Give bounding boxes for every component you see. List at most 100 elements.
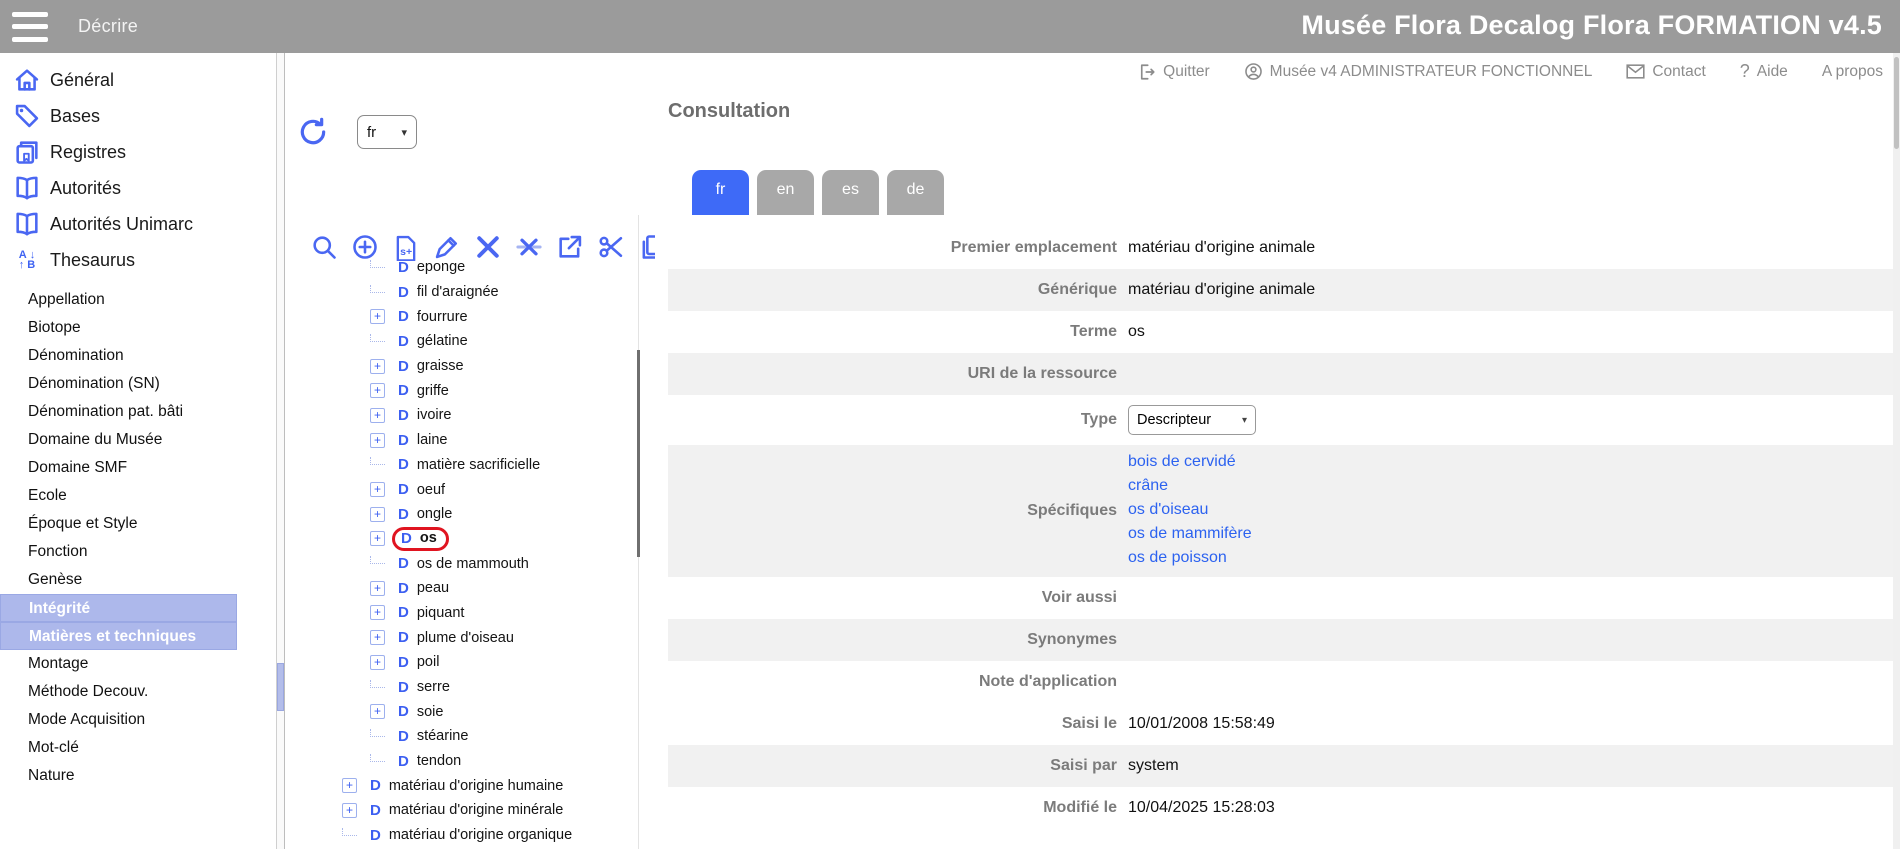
expand-plus-icon[interactable]: +: [370, 531, 385, 546]
expand-plus-icon[interactable]: +: [370, 309, 385, 324]
header-link-aide[interactable]: ? Aide: [1740, 61, 1788, 82]
related-term-link[interactable]: os de mammifère: [1128, 525, 1252, 543]
sidebar-item-thesaurus-category[interactable]: Mode Acquisition: [0, 706, 285, 734]
tree-item[interactable]: + D oeuf: [285, 477, 635, 502]
tree-item[interactable]: + D poil: [285, 650, 635, 675]
expand-plus-icon[interactable]: +: [370, 482, 385, 497]
sidebar-item-thesaurus-category[interactable]: Genèse: [0, 566, 285, 594]
related-term-link[interactable]: crâne: [1128, 477, 1252, 495]
tree-item[interactable]: + D graisse: [285, 354, 635, 379]
tree-item[interactable]: + D matériau d'origine minérale: [285, 798, 635, 823]
sidebar-item-thesaurus-category[interactable]: Appellation: [0, 286, 285, 314]
expand-plus-icon[interactable]: +: [370, 581, 385, 596]
tree-item[interactable]: D matériau d'origine organique: [285, 823, 635, 848]
sidebar-scrollbar[interactable]: [276, 53, 285, 849]
related-term-link[interactable]: matériau d'origine animale: [1128, 281, 1315, 299]
thesaurus-category-list: Appellation Biotope Dénomination Dénomin…: [0, 286, 285, 790]
header-link-quitter[interactable]: Quitter: [1138, 63, 1210, 81]
tree-item[interactable]: D fil d'araignée: [285, 280, 635, 305]
language-tab-fr[interactable]: fr: [692, 170, 749, 215]
page-scrollbar[interactable]: [1893, 53, 1900, 849]
sidebar-item-thesaurus-category[interactable]: Dénomination (SN): [0, 370, 285, 398]
expand-plus-icon[interactable]: +: [370, 408, 385, 423]
expand-plus-icon[interactable]: +: [370, 359, 385, 374]
header-link-a[interactable]: A propos: [1822, 63, 1883, 81]
sidebar-item-thesaurus-category[interactable]: Biotope: [0, 314, 285, 342]
sidebar-item-thesaurus-category[interactable]: Domaine SMF: [0, 454, 285, 482]
expand-plus-icon[interactable]: +: [370, 630, 385, 645]
expand-plus-icon[interactable]: +: [370, 507, 385, 522]
expand-plus-icon[interactable]: +: [370, 605, 385, 620]
tree-item[interactable]: D gélatine: [285, 329, 635, 354]
field-label: Type: [668, 411, 1117, 429]
descriptor-badge: D: [398, 555, 409, 572]
sidebar-item-thesaurus-category[interactable]: Époque et Style: [0, 510, 285, 538]
tree-item[interactable]: + D griffe: [285, 378, 635, 403]
related-term-link[interactable]: matériau d'origine animale: [1128, 239, 1315, 257]
related-term-link[interactable]: bois de cervidé: [1128, 453, 1252, 471]
expand-plus-icon[interactable]: +: [370, 655, 385, 670]
expand-plus-icon[interactable]: +: [370, 704, 385, 719]
refresh-icon[interactable]: [297, 116, 329, 148]
related-term-link[interactable]: os de poisson: [1128, 549, 1252, 567]
header-link-muse[interactable]: Musée v4 ADMINISTRATEUR FONCTIONNEL: [1244, 62, 1593, 81]
tree-item[interactable]: D matière sacrificielle: [285, 453, 635, 478]
descriptor-badge: D: [398, 456, 409, 473]
term-detail-form: Premier emplacement matériau d'origine a…: [668, 227, 1893, 829]
tree-item[interactable]: + D plume d'oiseau: [285, 625, 635, 650]
tree-item-selected[interactable]: + Dos: [285, 527, 635, 552]
sidebar-item-thesaurus-category[interactable]: Fonction: [0, 538, 285, 566]
related-term-link[interactable]: os d'oiseau: [1128, 501, 1252, 519]
header-link-contact[interactable]: Contact: [1626, 63, 1705, 81]
tree-item[interactable]: D tendon: [285, 749, 635, 774]
tree-item[interactable]: + D ongle: [285, 502, 635, 527]
tree-item[interactable]: D stéarine: [285, 724, 635, 749]
expand-plus-icon[interactable]: +: [342, 803, 357, 818]
sidebar-item-thesaurus-category[interactable]: Intégrité: [0, 594, 237, 622]
sidebar-item-thesaurus-category[interactable]: Domaine du Musée: [0, 426, 285, 454]
form-row: Saisi le 10/01/2008 15:58:49: [668, 703, 1893, 745]
mail-icon: [1626, 64, 1645, 79]
sidebar-item-autorit-s-unimarc[interactable]: Autorités Unimarc: [0, 206, 285, 242]
tree-item[interactable]: + D fourrure: [285, 304, 635, 329]
tree-item[interactable]: + D piquant: [285, 601, 635, 626]
expand-plus-icon[interactable]: +: [370, 383, 385, 398]
sidebar-item-thesaurus-category[interactable]: Dénomination: [0, 342, 285, 370]
tree-item[interactable]: + D laine: [285, 428, 635, 453]
tree-item[interactable]: + D ivoire: [285, 403, 635, 428]
tree-item[interactable]: + D matériau d'origine humaine: [285, 773, 635, 798]
descriptor-badge: D: [401, 530, 412, 547]
sidebar-item-thesaurus-category[interactable]: Montage: [0, 650, 285, 678]
expand-plus-icon[interactable]: +: [342, 778, 357, 793]
expand-plus-icon[interactable]: +: [370, 433, 385, 448]
sidebar-item-bases[interactable]: Bases: [0, 98, 285, 134]
sidebar-item-thesaurus-category[interactable]: Mot-clé: [0, 734, 285, 762]
tree-item[interactable]: + D soie: [285, 699, 635, 724]
tree-item[interactable]: D eponge: [285, 255, 635, 280]
tree-item[interactable]: D serre: [285, 675, 635, 700]
tree-scrollbar-thumb[interactable]: [637, 350, 640, 557]
language-tab-es[interactable]: es: [822, 170, 879, 215]
menu-icon[interactable]: [12, 12, 48, 42]
field-value: system: [1128, 757, 1179, 775]
sidebar-item-thesaurus-category[interactable]: Dénomination pat. bâti: [0, 398, 285, 426]
form-row: Saisi par system: [668, 745, 1893, 787]
sidebar-item-thesaurus-category[interactable]: Matières et techniques: [0, 622, 237, 650]
language-tab-en[interactable]: en: [757, 170, 814, 215]
language-tab-de[interactable]: de: [887, 170, 944, 215]
sidebar-item-thesaurus-category[interactable]: Ecole: [0, 482, 285, 510]
sidebar-item-registres[interactable]: Registres: [0, 134, 285, 170]
thesaurus-tree: D eponge D fil d'araignée + D fourrure D…: [285, 255, 635, 849]
tree-language-select[interactable]: fr ▾: [357, 115, 417, 149]
sidebar-item-thesaurus-category[interactable]: Méthode Decouv.: [0, 678, 285, 706]
tree-language-value: fr: [367, 124, 376, 141]
sidebar-item-thesaurus-category[interactable]: Nature: [0, 762, 285, 790]
sidebar-item-thesaurus[interactable]: A ↓↑ B Thesaurus: [0, 242, 285, 278]
tree-item[interactable]: + D peau: [285, 576, 635, 601]
type-select[interactable]: Descripteur▾: [1128, 405, 1256, 435]
page-scrollbar-thumb[interactable]: [1894, 57, 1899, 149]
sidebar-item-g-n-ral[interactable]: Général: [0, 62, 285, 98]
sidebar-scrollbar-thumb[interactable]: [277, 663, 284, 711]
tree-item[interactable]: D os de mammouth: [285, 551, 635, 576]
sidebar-item-autorit-s[interactable]: Autorités: [0, 170, 285, 206]
